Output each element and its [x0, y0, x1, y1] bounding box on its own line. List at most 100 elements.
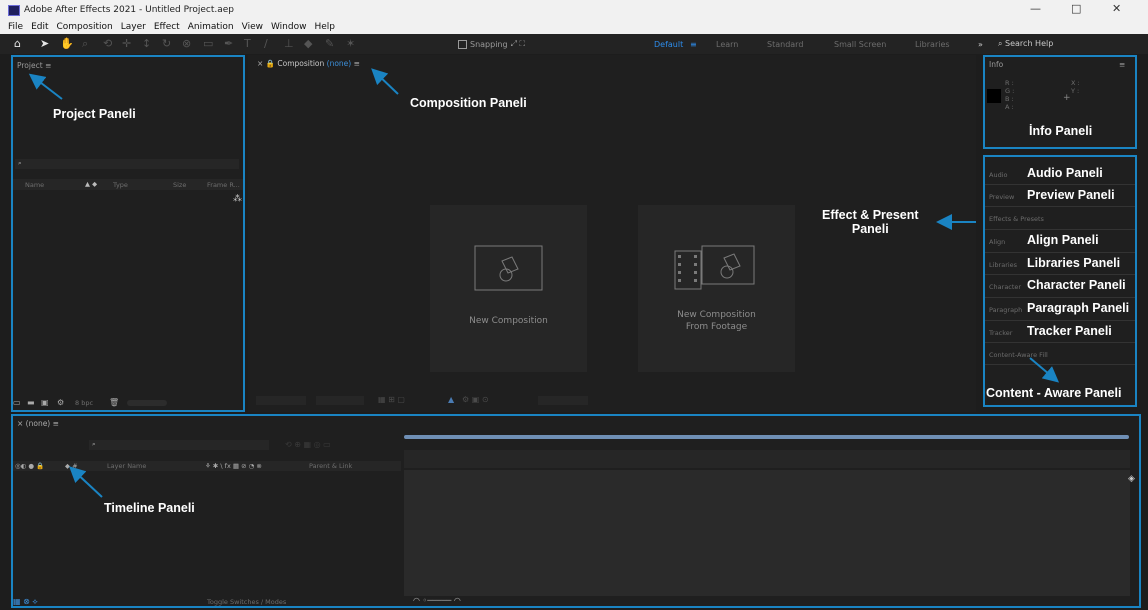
av-switches-icon[interactable]: ◎◐ ● 🔒 — [15, 462, 44, 470]
project-search-input[interactable]: ⌕ — [15, 159, 239, 169]
zoom-tool-icon[interactable]: ⌕ — [82, 37, 88, 51]
label-column-icon[interactable]: ◆ # — [65, 462, 78, 470]
minimize-button[interactable]: — — [1030, 2, 1041, 15]
orbit-tool-icon[interactable]: ⟲ — [103, 37, 112, 50]
workspace-default[interactable]: Default — [654, 40, 683, 49]
trash-icon[interactable]: 🗑 — [109, 398, 119, 407]
snapping-checkbox[interactable] — [458, 39, 467, 49]
composition-tab[interactable]: × 🔒 Composition (none) ≡ — [257, 59, 360, 68]
composition-annotation: Composition Paneli — [410, 96, 527, 110]
menu-window[interactable]: Window — [271, 22, 307, 32]
menu-help[interactable]: Help — [314, 22, 335, 32]
clone-tool-icon[interactable]: ⊥ — [284, 37, 294, 50]
workspace-overflow-icon[interactable]: » — [978, 40, 983, 49]
label-icon[interactable]: ▲ ◆ — [85, 180, 97, 188]
new-composition-from-footage-button[interactable]: New Composition From Footage — [638, 205, 795, 372]
eraser-tool-icon[interactable]: ◆ — [304, 37, 312, 50]
menu-file[interactable]: File — [8, 22, 23, 32]
menu-edit[interactable]: Edit — [31, 22, 48, 32]
footage-composition-icon — [674, 245, 755, 290]
info-menu-icon[interactable]: ≡ — [1119, 60, 1125, 69]
snap-options-icon[interactable]: ⤢ ⛶ — [511, 39, 526, 49]
workspace-small-screen[interactable]: Small Screen — [834, 40, 886, 49]
paragraph-tab[interactable]: Paragraph — [989, 306, 1022, 314]
anchor-tool-icon[interactable]: ⊗ — [182, 37, 191, 50]
new-folder-icon[interactable]: ▬ — [27, 398, 35, 407]
thumbnail-size-slider[interactable] — [127, 400, 167, 406]
menu-animation[interactable]: Animation — [188, 22, 234, 32]
close-button[interactable]: ✕ — [1112, 2, 1121, 15]
menu-effect[interactable]: Effect — [154, 22, 180, 32]
dolly-tool-icon[interactable]: ↕ — [142, 37, 151, 50]
pan-tool-icon[interactable]: ✛ — [122, 37, 131, 50]
window-title: Adobe After Effects 2021 - Untitled Proj… — [24, 5, 235, 15]
bit-depth-label[interactable]: 8 bpc — [75, 399, 93, 407]
time-ruler[interactable] — [404, 450, 1130, 468]
snapping-toggle[interactable]: Snapping ⤢ ⛶ — [458, 39, 525, 49]
layer-switches-icons[interactable]: ⚘ ✱ \ fx ▦ ⊘ ◔ ⊗ — [205, 462, 262, 470]
pen-tool-icon[interactable]: ✒ — [224, 37, 233, 50]
parent-link-header[interactable]: Parent & Link — [309, 462, 352, 470]
timeline-nav-icon[interactable]: ◈ — [1128, 474, 1135, 484]
selection-tool-icon[interactable]: ➤ — [40, 37, 49, 50]
magnification-dropdown[interactable] — [256, 396, 306, 405]
workspace-learn[interactable]: Learn — [716, 40, 738, 49]
color-management-icon[interactable]: ▲ — [448, 395, 454, 404]
divider — [985, 364, 1135, 365]
home-icon[interactable]: ⌂ — [14, 37, 21, 50]
preview-tab[interactable]: Preview — [989, 193, 1014, 201]
lock-icon[interactable]: 🔒 — [266, 59, 275, 68]
resolution-dropdown[interactable] — [316, 396, 364, 405]
audio-tab[interactable]: Audio — [989, 171, 1007, 179]
type-tool-icon[interactable]: T — [244, 37, 251, 50]
column-type[interactable]: Type — [113, 181, 128, 189]
timeline-search-input[interactable]: ⌕ — [89, 440, 269, 450]
comp-flowchart-icon[interactable]: ▦ ⊗ ⟡ — [13, 597, 38, 607]
region-of-interest-icon[interactable]: ▦ ⊞ ▢ — [378, 395, 405, 404]
info-panel-title[interactable]: Info — [989, 60, 1003, 69]
exposure-field[interactable] — [538, 396, 588, 405]
column-frame-rate[interactable]: Frame R... — [207, 181, 240, 189]
project-panel-title[interactable]: Project ≡ — [17, 61, 51, 70]
toggle-switches-modes[interactable]: Toggle Switches / Modes — [207, 598, 286, 606]
align-tab[interactable]: Align — [989, 238, 1005, 246]
menu-view[interactable]: View — [242, 22, 263, 32]
interpret-footage-icon[interactable]: ▭ — [13, 398, 21, 407]
rotate-tool-icon[interactable]: ↻ — [162, 37, 171, 50]
character-tab[interactable]: Character — [989, 283, 1021, 291]
effect-annotation-line2: Paneli — [851, 222, 889, 236]
column-size[interactable]: Size — [173, 181, 186, 189]
search-help-field[interactable]: ⌕ Search Help — [998, 39, 1053, 49]
project-settings-icon[interactable]: ⚙ — [57, 398, 64, 407]
menu-layer[interactable]: Layer — [121, 22, 146, 32]
workspace-standard[interactable]: Standard — [767, 40, 803, 49]
timeline-switches-icons[interactable]: ⟲ ⊕ ▦ ◎ ▭ — [285, 440, 331, 449]
divider — [985, 320, 1135, 321]
roto-tool-icon[interactable]: ✎ — [325, 37, 334, 50]
snapshot-icon[interactable]: ⚙ ▣ ⊙ — [462, 395, 489, 404]
menu-composition[interactable]: Composition — [57, 22, 113, 32]
hand-tool-icon[interactable]: ✋ — [60, 37, 74, 50]
workspace-libraries[interactable]: Libraries — [915, 40, 950, 49]
workspace-menu-icon[interactable]: ≡ — [690, 40, 697, 49]
effects-presets-tab[interactable]: Effects & Presets — [989, 215, 1044, 223]
work-area-bar[interactable] — [404, 435, 1129, 439]
timeline-track-area[interactable] — [404, 470, 1130, 596]
paragraph-annotation: Paragraph Paneli — [1027, 301, 1130, 315]
shape-tool-icon[interactable]: ▭ — [203, 37, 213, 50]
zoom-slider[interactable]: ◠ ◦───── ◠ — [413, 596, 461, 605]
audio-annotation: Audio Paneli — [1027, 166, 1103, 180]
brush-tool-icon[interactable]: ∕ — [264, 37, 268, 50]
column-name[interactable]: Name — [25, 181, 44, 189]
libraries-tab[interactable]: Libraries — [989, 261, 1017, 269]
tracker-tab[interactable]: Tracker — [989, 329, 1012, 337]
timeline-tab[interactable]: × (none) ≡ — [17, 419, 59, 428]
layer-name-header[interactable]: Layer Name — [107, 462, 146, 470]
new-composition-icon[interactable]: ▣ — [41, 398, 49, 407]
maximize-button[interactable]: □ — [1071, 2, 1081, 15]
flowchart-icon[interactable]: ⁂ — [233, 194, 242, 204]
timeline-footer: ▦ ⊗ ⟡ Toggle Switches / Modes ◠ ◦───── ◠ — [13, 596, 1139, 607]
content-aware-fill-tab[interactable]: Content-Aware Fill — [989, 351, 1048, 359]
puppet-tool-icon[interactable]: ✶ — [346, 37, 355, 50]
new-composition-button[interactable]: New Composition — [430, 205, 587, 372]
